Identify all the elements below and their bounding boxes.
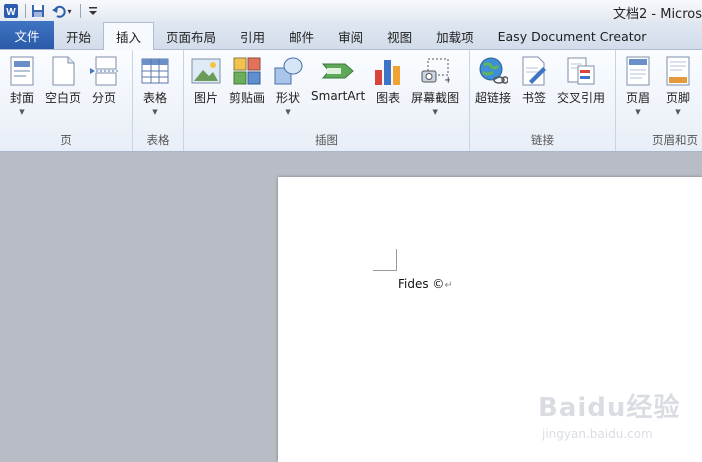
table-label: 表格 <box>142 91 167 105</box>
page-break-icon <box>87 54 121 88</box>
picture-label: 图片 <box>193 91 218 105</box>
chart-label: 图表 <box>376 91 401 105</box>
tab-references[interactable]: 引用 <box>228 23 277 49</box>
group-tables-label: 表格 <box>146 133 170 147</box>
customize-qat-icon[interactable] <box>84 2 102 20</box>
picture-icon <box>189 54 223 88</box>
page-break-button[interactable]: 分页 <box>84 54 124 118</box>
cross-reference-icon <box>564 54 598 88</box>
tab-insert[interactable]: 插入 <box>103 22 155 50</box>
group-illustrations-label: 插图 <box>315 133 338 147</box>
cross-reference-button[interactable]: 交叉引用 <box>554 54 608 118</box>
footer-icon <box>661 54 695 88</box>
cover-page-icon <box>5 54 39 88</box>
tab-page-layout[interactable]: 页面布局 <box>154 23 228 49</box>
clip-art-button[interactable]: 剪贴画 <box>226 54 268 118</box>
quick-access-toolbar: W ▾ <box>0 0 104 22</box>
bookmark-button[interactable]: 书签 <box>514 54 554 118</box>
qat-separator-2 <box>80 4 81 18</box>
blank-page-icon <box>46 54 80 88</box>
header-dropdown-icon: ▼ <box>635 108 641 116</box>
word-app-icon[interactable]: W <box>2 2 20 20</box>
chart-button[interactable]: 图表 <box>368 54 408 118</box>
shapes-button[interactable]: 形状 ▼ <box>268 54 308 118</box>
undo-icon[interactable]: ▾ <box>49 2 75 20</box>
clip-art-icon <box>230 54 264 88</box>
tab-easy-document-creator[interactable]: Easy Document Creator <box>486 23 659 49</box>
watermark-site: jingyan.baidu.com <box>542 427 653 441</box>
group-tables: 表格 ▼ 表格 <box>133 50 184 151</box>
clip-art-label: 剪贴画 <box>229 91 266 105</box>
hyperlink-label: 超链接 <box>475 91 512 105</box>
paragraph-mark: ↵ <box>444 280 453 291</box>
footer-button[interactable]: 页脚 ▼ <box>658 54 698 118</box>
tab-home[interactable]: 开始 <box>54 23 103 49</box>
group-pages-label: 页 <box>60 133 72 147</box>
group-header-footer: 页眉 ▼ 页脚 ▼ 页眉和页 <box>616 50 702 151</box>
table-button[interactable]: 表格 ▼ <box>135 54 175 118</box>
group-pages: 封面 ▼ 空白页 分页 页 <box>0 50 133 151</box>
document-text[interactable]: Fides © <box>398 277 444 291</box>
footer-label: 页脚 <box>665 91 690 105</box>
tab-add-ins[interactable]: 加载项 <box>424 23 486 49</box>
screenshot-label: 屏幕截图 <box>411 91 460 105</box>
cover-page-label: 封面 <box>9 91 34 105</box>
screenshot-icon: + <box>418 54 452 88</box>
shapes-dropdown-icon: ▼ <box>285 108 291 116</box>
title-bar: W ▾ 文档2 - Micros <box>0 0 702 22</box>
blank-page-button[interactable]: 空白页 <box>42 54 84 118</box>
shapes-icon <box>271 54 305 88</box>
svg-text:+: + <box>444 75 450 85</box>
smartart-button[interactable]: SmartArt <box>308 54 368 115</box>
table-dropdown-icon: ▼ <box>152 108 158 116</box>
blank-page-label: 空白页 <box>45 91 82 105</box>
save-icon[interactable] <box>29 2 47 20</box>
screenshot-button[interactable]: + 屏幕截图 ▼ <box>408 54 462 118</box>
header-button[interactable]: 页眉 ▼ <box>618 54 658 118</box>
chart-icon <box>371 54 405 88</box>
picture-button[interactable]: 图片 <box>186 54 226 118</box>
undo-dropdown-icon[interactable]: ▾ <box>67 7 71 16</box>
bookmark-label: 书签 <box>522 91 547 105</box>
svg-text:W: W <box>6 7 16 18</box>
shapes-label: 形状 <box>276 91 301 105</box>
margin-corner-mark <box>373 249 397 271</box>
group-illustrations: 图片 剪贴画 形状 ▼ SmartArt 图表 + 屏幕截图 ▼ 插图 <box>184 50 470 151</box>
ribbon-insert: 封面 ▼ 空白页 分页 页 表格 ▼ 表格 图片 剪贴画 形状 ▼ SmartA… <box>0 50 702 152</box>
cover-page-dropdown-icon: ▼ <box>19 108 25 116</box>
watermark-brand: Baidu经验 <box>538 393 681 423</box>
baidu-watermark: Baidu经验 jingyan.baidu.com <box>538 383 688 453</box>
group-links-label: 链接 <box>531 133 554 147</box>
group-links: 超链接 书签 交叉引用 链接 <box>470 50 616 151</box>
header-label: 页眉 <box>625 91 650 105</box>
ribbon-tabs: 文件 开始 插入 页面布局 引用 邮件 审阅 视图 加载项 Easy Docum… <box>0 21 702 50</box>
cover-page-button[interactable]: 封面 ▼ <box>2 54 42 118</box>
qat-separator <box>25 4 26 18</box>
screenshot-dropdown-icon: ▼ <box>432 108 438 116</box>
tab-file[interactable]: 文件 <box>0 21 54 49</box>
cross-reference-label: 交叉引用 <box>557 91 606 105</box>
table-icon <box>138 54 172 88</box>
hyperlink-icon <box>476 54 510 88</box>
bookmark-icon <box>517 54 551 88</box>
smartart-icon <box>321 54 355 88</box>
page-break-label: 分页 <box>92 91 117 105</box>
window-title: 文档2 - Micros <box>613 7 702 22</box>
tab-mailings[interactable]: 邮件 <box>277 23 326 49</box>
tab-view[interactable]: 视图 <box>375 23 424 49</box>
document-text-line[interactable]: Fides ©↵ <box>398 277 453 291</box>
group-header-footer-label: 页眉和页 <box>652 133 698 147</box>
smartart-label: SmartArt <box>311 89 366 103</box>
footer-dropdown-icon: ▼ <box>675 108 681 116</box>
tab-review[interactable]: 审阅 <box>326 23 375 49</box>
header-icon <box>621 54 655 88</box>
hyperlink-button[interactable]: 超链接 <box>472 54 514 118</box>
